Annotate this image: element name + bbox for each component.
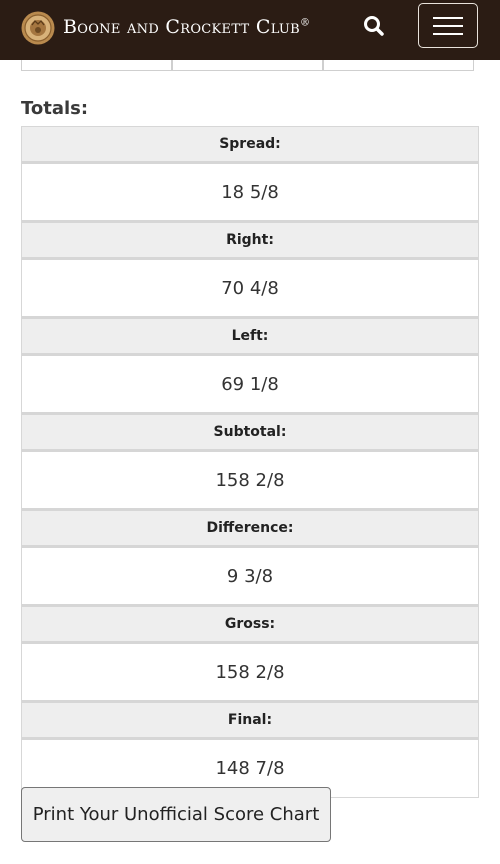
club-seal-icon[interactable] [21,11,55,45]
totals-value-left: 69 1/8 [22,356,478,415]
totals-heading: Totals: [21,98,89,119]
totals-value-right: 70 4/8 [22,260,478,319]
table-cell [21,60,172,70]
totals-label-left: Left: [22,319,478,356]
totals-label-gross: Gross: [22,607,478,644]
table-cell [172,60,323,70]
search-icon[interactable] [360,12,388,40]
totals-value-spread: 18 5/8 [22,164,478,223]
menu-bar [433,17,463,19]
menu-bar [433,33,463,35]
table-cell [323,60,474,70]
top-navbar: Boone and Crockett Club® [0,0,500,60]
totals-value-difference: 9 3/8 [22,548,478,607]
brand-name[interactable]: Boone and Crockett Club [63,16,300,38]
totals-label-difference: Difference: [22,511,478,548]
registered-mark: ® [300,17,311,29]
totals-label-final: Final: [22,703,478,740]
print-score-chart-button[interactable]: Print Your Unofficial Score Chart [21,787,331,842]
totals-label-right: Right: [22,223,478,260]
previous-table-row-edge [21,60,474,71]
totals-value-subtotal: 158 2/8 [22,452,478,511]
totals-table: Spread: 18 5/8 Right: 70 4/8 Left: 69 1/… [21,126,479,798]
totals-label-subtotal: Subtotal: [22,415,478,452]
brand-title[interactable]: Boone and Crockett Club® [63,16,310,38]
hamburger-menu-button[interactable] [418,3,478,48]
menu-bar [433,25,463,27]
totals-value-gross: 158 2/8 [22,644,478,703]
totals-label-spread: Spread: [22,127,478,164]
